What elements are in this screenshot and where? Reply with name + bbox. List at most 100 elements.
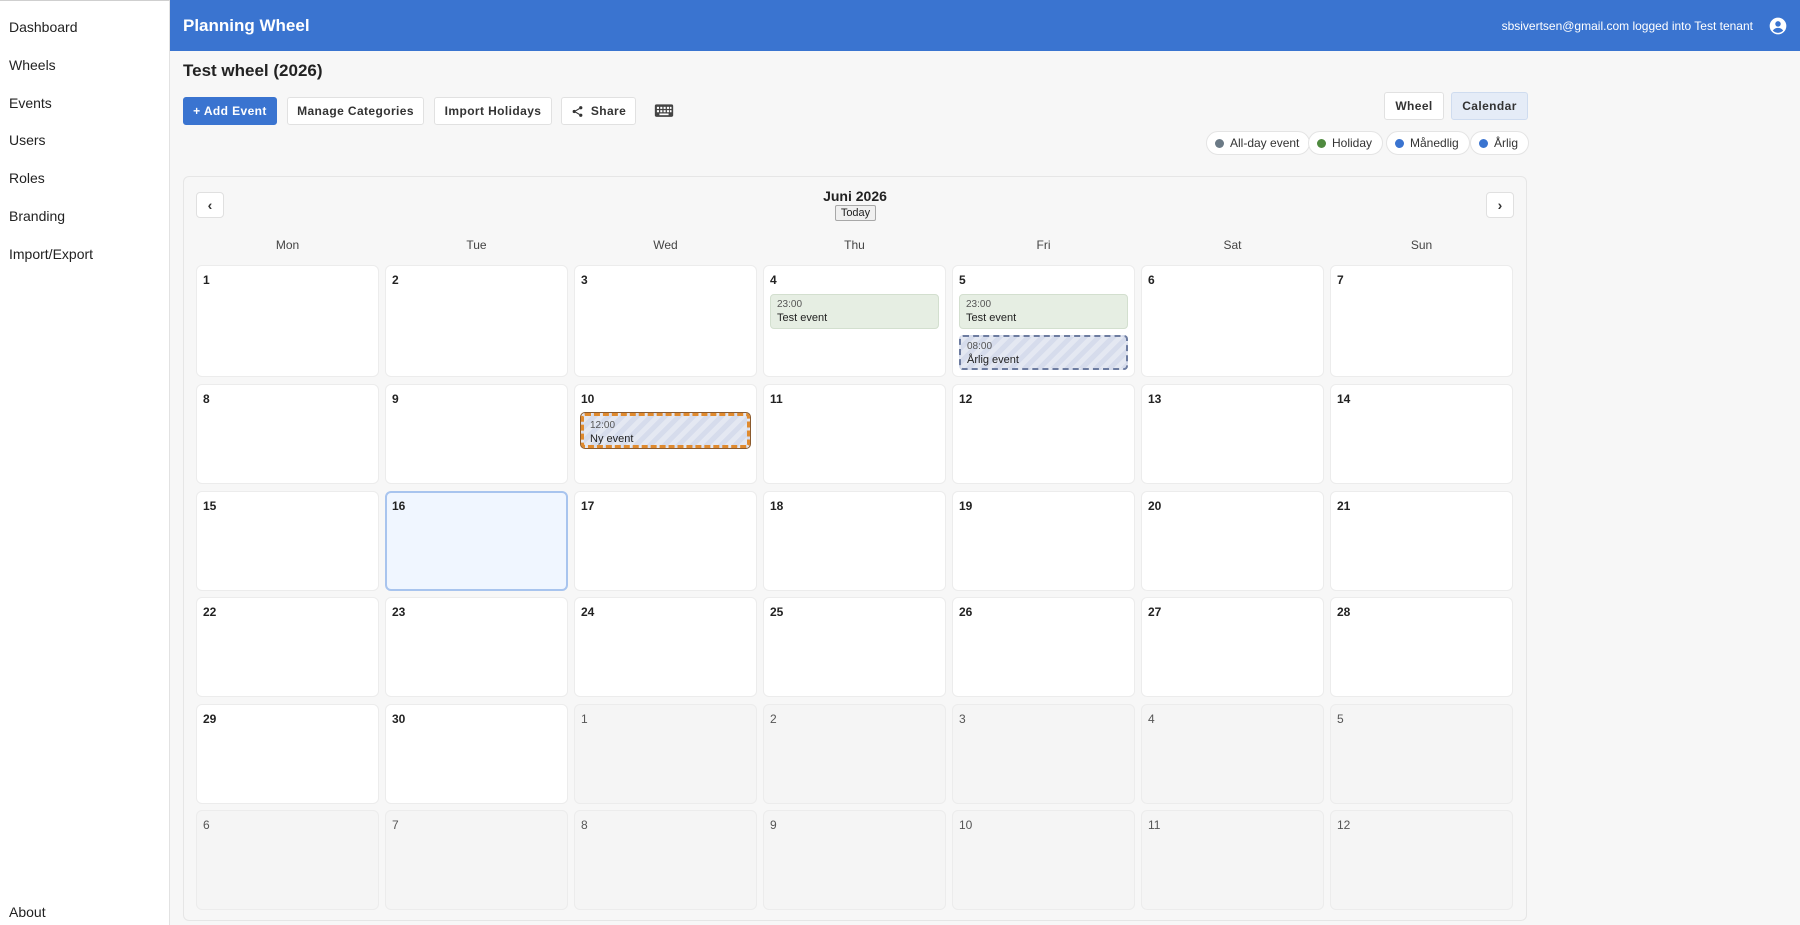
day-cell[interactable]: 4 23:00 Test event [763,265,946,377]
day-cell[interactable]: 7 [1330,265,1513,377]
account-circle-icon[interactable] [1768,16,1788,36]
day-cell[interactable]: 6 [196,810,379,910]
day-cell[interactable]: 11 [1141,810,1324,910]
share-label: Share [590,104,627,118]
day-cell[interactable]: 2 [763,704,946,804]
view-calendar-button[interactable]: Calendar [1451,92,1528,120]
calendar-event[interactable]: 23:00 Test event [959,294,1128,329]
day-number: 19 [959,499,973,513]
day-cell[interactable]: 17 [574,491,757,591]
day-number: 13 [1148,392,1162,406]
day-cell[interactable]: 22 [196,597,379,697]
keyboard-icon[interactable] [654,102,674,120]
sidebar-item-events[interactable]: Events [9,95,52,111]
day-cell[interactable]: 8 [574,810,757,910]
legend-dot-icon [1479,138,1488,148]
day-number: 7 [1337,273,1344,287]
page-title: Test wheel (2026) [183,61,323,80]
today-button[interactable]: Today [835,205,876,221]
legend-label: Holiday [1332,136,1373,150]
day-number: 18 [770,499,784,513]
day-cell[interactable]: 5 [1330,704,1513,804]
day-cell[interactable]: 24 [574,597,757,697]
day-cell[interactable]: 23 [385,597,568,697]
day-number: 22 [203,605,217,619]
day-cell[interactable]: 8 [196,384,379,484]
next-month-button[interactable]: › [1486,192,1514,218]
day-cell[interactable]: 1 [196,265,379,377]
day-number: 30 [392,712,406,726]
event-time: 08:00 [967,341,993,352]
day-cell[interactable]: 30 [385,704,568,804]
day-cell[interactable]: 4 [1141,704,1324,804]
day-cell[interactable]: 12 [1330,810,1513,910]
day-cell[interactable]: 11 [763,384,946,484]
day-cell[interactable]: 5 23:00 Test event 08:00 Årlig event [952,265,1135,377]
day-number: 14 [1337,392,1351,406]
day-cell[interactable]: 20 [1141,491,1324,591]
day-cell[interactable]: 7 [385,810,568,910]
day-number: 10 [959,818,973,832]
day-cell[interactable]: 21 [1330,491,1513,591]
day-number: 9 [770,818,777,832]
prev-month-button[interactable]: ‹ [196,192,224,218]
day-number: 8 [203,392,210,406]
day-number: 2 [770,712,777,726]
day-number: 16 [392,499,406,513]
day-cell[interactable]: 15 [196,491,379,591]
month-label: Juni 2026 [823,188,887,204]
share-icon [572,105,583,117]
day-cell[interactable]: 10 [952,810,1135,910]
sidebar-item-roles[interactable]: Roles [9,170,45,186]
weekday-mon: Mon [275,238,300,252]
day-cell[interactable]: 10 12:00 Ny event [574,384,757,484]
import-holidays-button[interactable]: Import Holidays [434,97,552,125]
day-number: 5 [1337,712,1344,726]
day-cell-today[interactable]: 16 [385,491,568,591]
weekday-fri: Fri [1036,238,1051,252]
day-cell[interactable]: 12 [952,384,1135,484]
calendar-event[interactable]: 08:00 Årlig event [959,335,1128,370]
weekday-sat: Sat [1223,238,1242,252]
sidebar-item-branding[interactable]: Branding [9,208,65,224]
day-cell[interactable]: 28 [1330,597,1513,697]
day-cell[interactable]: 9 [385,384,568,484]
sidebar-item-users[interactable]: Users [9,132,46,148]
day-cell[interactable]: 26 [952,597,1135,697]
sidebar-item-dashboard[interactable]: Dashboard [9,19,78,35]
day-number: 10 [581,392,595,406]
day-number: 4 [1148,712,1155,726]
day-cell[interactable]: 6 [1141,265,1324,377]
day-number: 3 [959,712,966,726]
day-number: 1 [203,273,210,287]
day-cell[interactable]: 13 [1141,384,1324,484]
legend-dot-icon [1395,138,1404,148]
day-number: 12 [959,392,973,406]
share-button[interactable]: Share [561,97,636,125]
day-number: 23 [392,605,406,619]
view-wheel-button[interactable]: Wheel [1384,92,1444,120]
calendar-event[interactable]: 12:00 Ny event [580,412,751,449]
sidebar-item-wheels[interactable]: Wheels [9,57,56,73]
day-cell[interactable]: 27 [1141,597,1324,697]
day-cell[interactable]: 19 [952,491,1135,591]
manage-categories-button[interactable]: Manage Categories [287,97,424,125]
legend-chip-arlig: Årlig [1470,131,1530,155]
day-number: 11 [1148,818,1161,832]
legend-chip-manedlig: Månedlig [1386,131,1470,155]
sidebar-item-import-export[interactable]: Import/Export [9,246,93,262]
day-cell[interactable]: 3 [574,265,757,377]
day-cell[interactable]: 9 [763,810,946,910]
day-cell[interactable]: 14 [1330,384,1513,484]
day-cell[interactable]: 3 [952,704,1135,804]
day-cell[interactable]: 2 [385,265,568,377]
day-cell[interactable]: 29 [196,704,379,804]
day-cell[interactable]: 1 [574,704,757,804]
day-cell[interactable]: 25 [763,597,946,697]
add-event-button[interactable]: + Add Event [183,97,277,125]
calendar-event[interactable]: 23:00 Test event [770,294,939,329]
event-title: Årlig event [967,354,1019,366]
weekday-thu: Thu [844,238,865,252]
day-cell[interactable]: 18 [763,491,946,591]
sidebar-item-about[interactable]: About [9,904,46,920]
